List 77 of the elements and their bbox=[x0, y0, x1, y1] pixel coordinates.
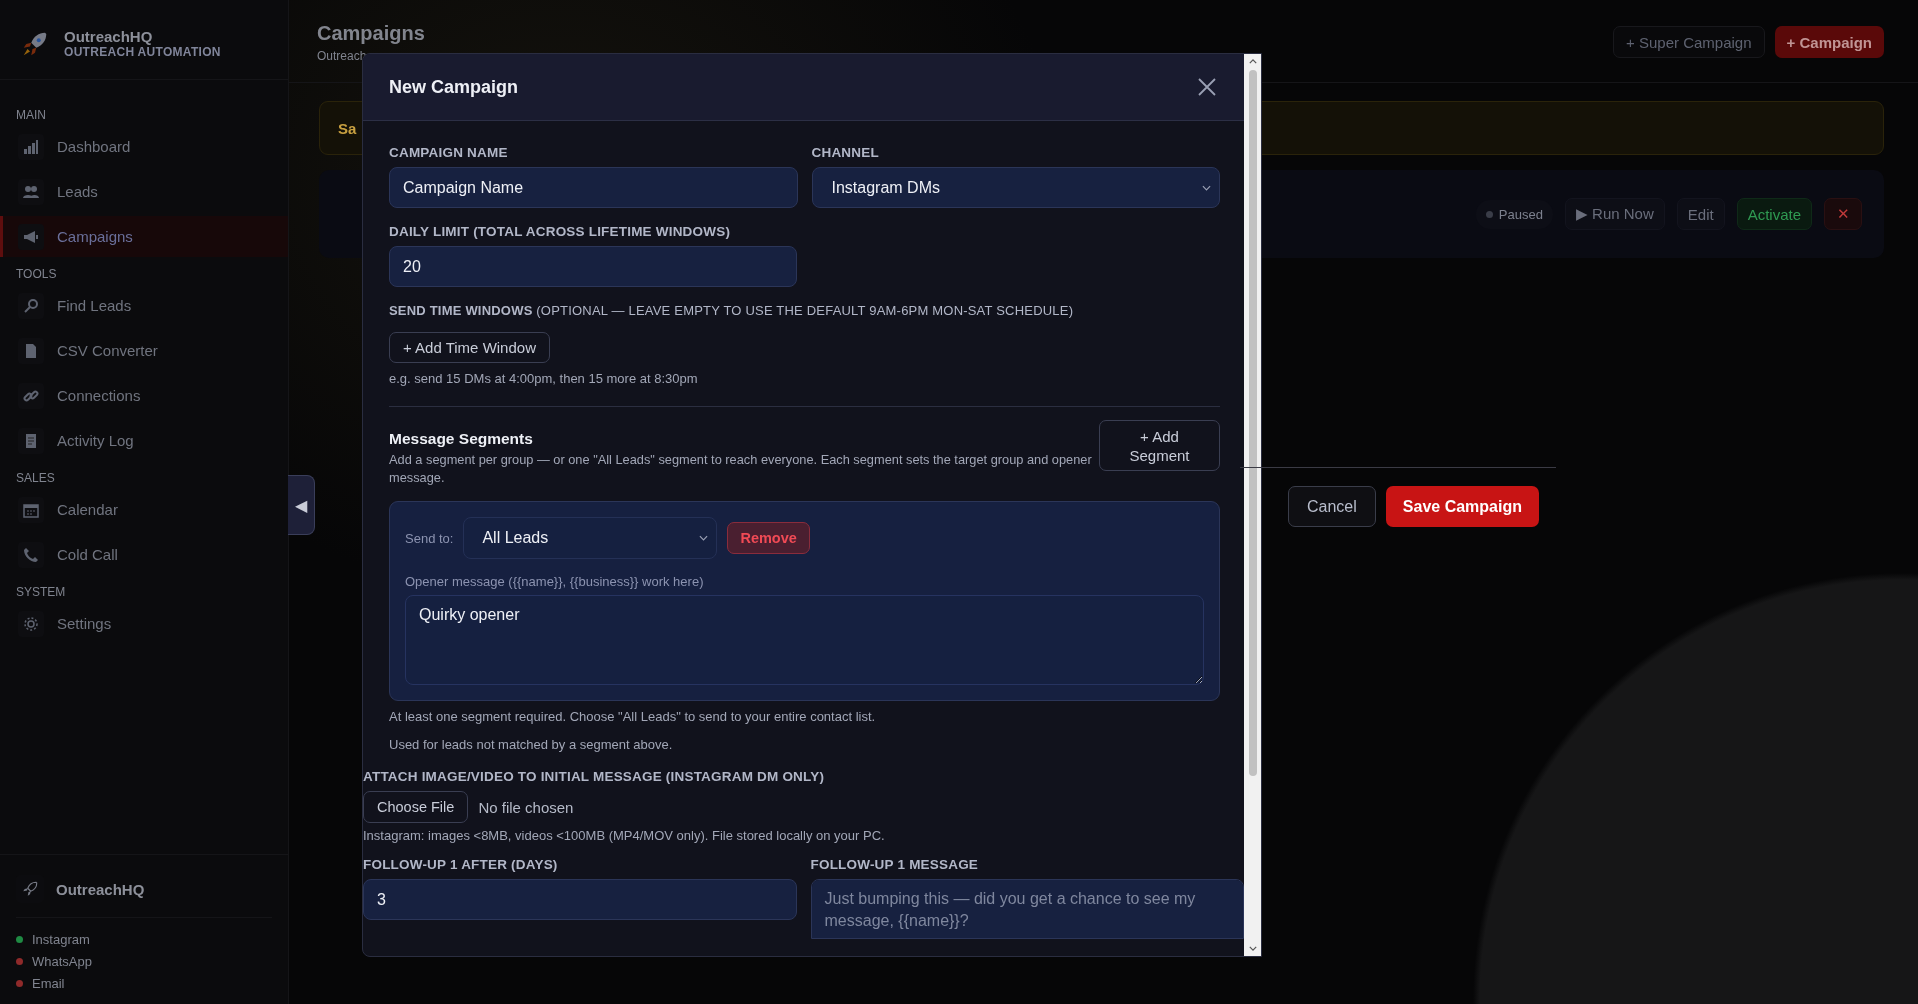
field-label: CAMPAIGN NAME bbox=[389, 145, 509, 160]
modal-title: New Campaign bbox=[389, 76, 519, 98]
search-icon bbox=[23, 297, 39, 314]
opener-message-field[interactable]: Quirky opener bbox=[405, 595, 1204, 685]
phone-icon bbox=[23, 546, 39, 563]
close-icon[interactable] bbox=[1197, 77, 1217, 97]
follow-up-message-field[interactable]: Just bumping this — did you get a chance to see my message, {{name}}? bbox=[810, 879, 1244, 939]
scroll-down-icon[interactable] bbox=[1248, 946, 1257, 951]
section-title: SYSTEM bbox=[15, 585, 67, 599]
field-label: Opener message ({{name}}, {{business}} work here) bbox=[405, 574, 705, 589]
file-icon bbox=[23, 342, 39, 359]
remove-button[interactable]: Remove bbox=[727, 522, 810, 554]
field-label: SEND TIME WINDOWS (OPTIONAL — LEAVE EMPTY TO USE THE DEFAULT 9AM-6PM MON-SAT SCHEDULE) bbox=[389, 303, 1075, 318]
settings-icon bbox=[23, 615, 39, 632]
calendar-icon bbox=[23, 501, 39, 518]
save-campaign-button[interactable]: Save Campaign bbox=[1385, 486, 1539, 527]
nav-item[interactable]: Campaigns bbox=[0, 216, 288, 257]
rocket-icon bbox=[21, 880, 39, 898]
section-title: TOOLS bbox=[15, 267, 58, 281]
channel-dropdown[interactable]: Instagram DMs bbox=[811, 167, 1220, 208]
section-description: Add a segment per group — or one "All Leads" segment to reach everyone. Each segment sets the target group and opener message. bbox=[389, 451, 1093, 487]
nav-item[interactable]: CSV Converter bbox=[0, 330, 288, 371]
channel-status-label: WhatsApp bbox=[32, 953, 92, 969]
nav-item[interactable]: Activity Log bbox=[0, 420, 288, 461]
chevron-down-icon bbox=[699, 535, 709, 541]
nav-item[interactable]: Connections bbox=[0, 375, 288, 416]
field-label: CHANNEL bbox=[811, 145, 880, 160]
section-title: MAIN bbox=[15, 108, 47, 122]
new-super-campaign-button[interactable]: + Super Campaign bbox=[1613, 26, 1765, 58]
field-label: FOLLOW-UP 1 MESSAGE bbox=[810, 857, 980, 872]
collapse-sidebar-button[interactable]: ◀ bbox=[288, 475, 315, 535]
card-action-button[interactable]: Edit bbox=[1676, 198, 1725, 230]
nav-item[interactable]: Leads bbox=[0, 171, 288, 212]
section-title: Message Segments bbox=[389, 430, 534, 448]
chart-icon bbox=[23, 138, 39, 155]
nav-item[interactable]: Dashboard bbox=[0, 126, 288, 167]
hint-text: e.g. send 15 DMs at 4:00pm, then 15 more at 8:30pm bbox=[389, 371, 699, 386]
document-icon bbox=[23, 432, 39, 449]
hint-text: Instagram: images <8MB, videos <100MB (MP4/MOV only). File stored locally on your PC. bbox=[363, 828, 886, 843]
brand-name: OutreachHQ bbox=[64, 28, 154, 45]
choose-file-button[interactable]: Choose File bbox=[363, 791, 469, 823]
delete-button[interactable]: ✕ bbox=[1824, 198, 1862, 230]
page-subtitle: Outreach bbox=[317, 49, 368, 63]
link-icon bbox=[23, 387, 39, 404]
campaign-name-field[interactable]: Campaign Name bbox=[389, 167, 798, 208]
daily-limit-field[interactable]: 20 bbox=[389, 246, 797, 287]
activate-button[interactable]: Activate bbox=[1736, 198, 1812, 230]
nav-item[interactable]: Find Leads bbox=[0, 285, 288, 326]
scroll-up-icon[interactable] bbox=[1248, 59, 1257, 64]
section-title: SALES bbox=[15, 471, 56, 485]
hint-text: At least one segment required. Choose "All Leads" to send to your entire contact list. bbox=[389, 709, 877, 724]
add-time-window-button[interactable]: + Add Time Window bbox=[389, 332, 550, 363]
card-action-button[interactable]: ▶ Run Now bbox=[1564, 198, 1665, 230]
field-label: FOLLOW-UP 1 AFTER (DAYS) bbox=[363, 857, 559, 872]
brand-tagline: OUTREACH AUTOMATION bbox=[64, 45, 221, 59]
field-label: ATTACH IMAGE/VIDEO TO INITIAL MESSAGE (INSTAGRAM DM ONLY) bbox=[363, 769, 826, 784]
nav-item[interactable]: Calendar bbox=[0, 489, 288, 530]
new-campaign-button[interactable]: + Campaign bbox=[1774, 26, 1884, 58]
follow-up-days-field[interactable]: 3 bbox=[363, 879, 797, 920]
people-icon bbox=[23, 183, 39, 200]
page-title: Campaigns bbox=[317, 22, 425, 45]
nav-item[interactable]: Settings bbox=[0, 603, 288, 644]
banner-text: Sa bbox=[338, 119, 357, 137]
channel-status-label: Instagram bbox=[32, 931, 90, 947]
channel-status-label: Email bbox=[32, 975, 65, 991]
footer-brand-name: OutreachHQ bbox=[56, 880, 145, 898]
scrollbar[interactable] bbox=[1244, 54, 1261, 956]
hint-text: Used for leads not matched by a segment above. bbox=[389, 737, 674, 752]
send-to-dropdown[interactable]: All Leads bbox=[463, 517, 718, 559]
field-label: DAILY LIMIT (TOTAL ACROSS LIFETIME WINDOWS) bbox=[389, 224, 732, 239]
chevron-down-icon bbox=[1202, 184, 1211, 191]
cancel-button[interactable]: Cancel bbox=[1288, 486, 1376, 527]
nav-item[interactable]: Cold Call bbox=[0, 534, 288, 575]
add-segment-button[interactable]: + Add Segment bbox=[1099, 420, 1220, 471]
field-label: Send to: bbox=[405, 530, 454, 546]
file-status: No file chosen bbox=[478, 798, 574, 816]
megaphone-icon bbox=[23, 228, 39, 245]
